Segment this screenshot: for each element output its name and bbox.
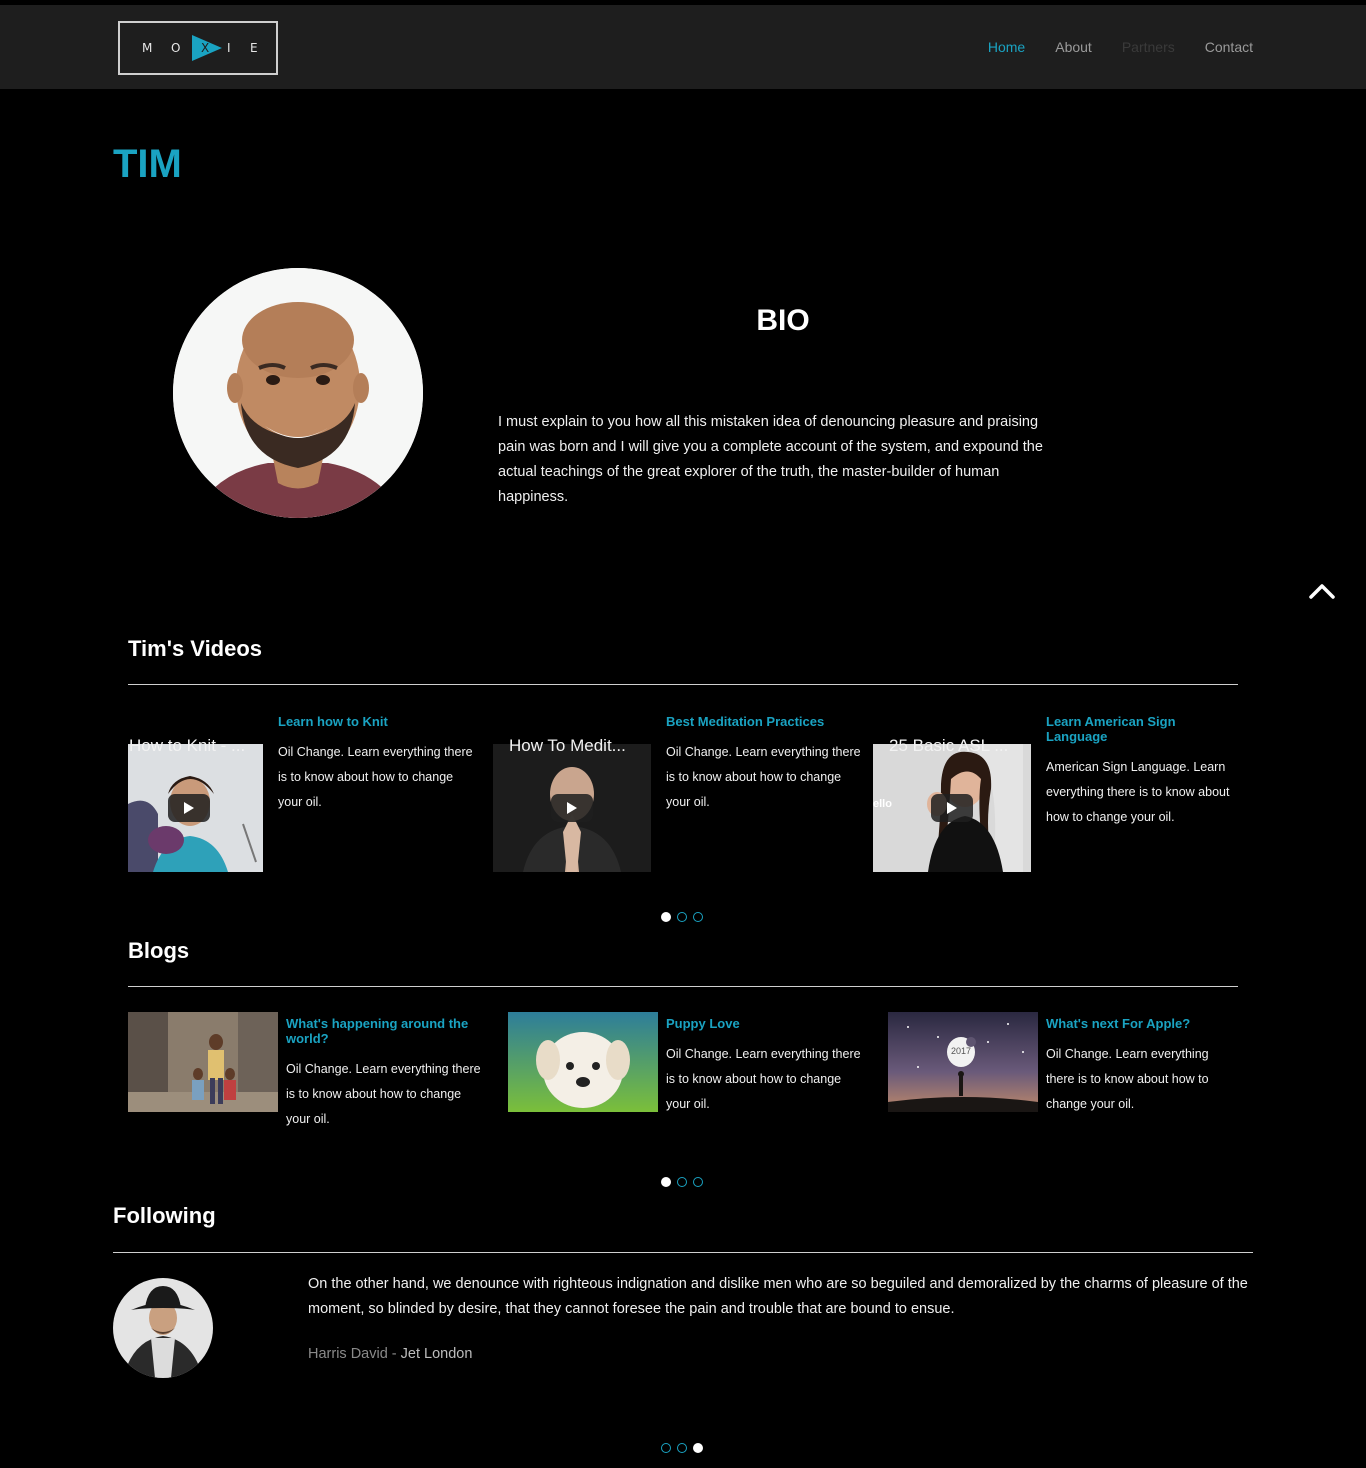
following-quote: On the other hand, we denounce with righ… bbox=[308, 1276, 1248, 1317]
carousel-dot[interactable] bbox=[661, 1443, 671, 1453]
carousel-dot[interactable] bbox=[677, 912, 687, 922]
following-author[interactable]: Harris David bbox=[308, 1346, 388, 1362]
following-avatar[interactable] bbox=[113, 1278, 213, 1378]
following-heading: Following bbox=[113, 1203, 216, 1228]
profile-avatar bbox=[173, 268, 423, 518]
nav-partners[interactable]: Partners bbox=[1122, 39, 1175, 55]
videos-heading: Tim's Videos bbox=[128, 636, 263, 661]
video-title[interactable]: Best Meditation Practices bbox=[666, 714, 866, 729]
carousel-dot[interactable] bbox=[677, 1177, 687, 1187]
play-button-icon[interactable] bbox=[551, 794, 593, 822]
bio-text: I must explain to you how all this mista… bbox=[498, 414, 1043, 505]
following-divider bbox=[113, 1252, 1253, 1253]
bio-heading: BIO bbox=[756, 304, 810, 337]
play-button-icon[interactable] bbox=[931, 794, 973, 822]
blog-description: Oil Change. Learn everything there is to… bbox=[1046, 1047, 1209, 1111]
logo-letter-o: O bbox=[171, 41, 181, 55]
carousel-dot[interactable] bbox=[693, 912, 703, 922]
author-separator: - bbox=[387, 1346, 401, 1362]
nav-contact[interactable]: Contact bbox=[1205, 39, 1253, 55]
carousel-dot[interactable] bbox=[693, 1177, 703, 1187]
carousel-dot[interactable] bbox=[661, 1177, 671, 1187]
video-title[interactable]: Learn American Sign Language bbox=[1046, 714, 1236, 744]
following-carousel-dots bbox=[661, 1443, 703, 1453]
video-title[interactable]: Learn how to Knit bbox=[278, 714, 478, 729]
videos-divider bbox=[128, 684, 1238, 685]
blog-description: Oil Change. Learn everything there is to… bbox=[286, 1062, 481, 1126]
logo-letter-m: M bbox=[142, 41, 153, 55]
blogs-carousel-dots bbox=[661, 1177, 703, 1187]
navbar: M O X I E Home About Partners Contact bbox=[0, 5, 1366, 89]
blog-description: Oil Change. Learn everything there is to… bbox=[666, 1047, 861, 1111]
blog-thumbnail[interactable] bbox=[128, 1012, 278, 1112]
play-button-icon[interactable] bbox=[168, 794, 210, 822]
video-thumbnail[interactable] bbox=[128, 744, 263, 872]
video-caption: 25 Basic ASL ... bbox=[889, 736, 1009, 755]
main-nav: Home About Partners Contact bbox=[988, 39, 1253, 55]
video-description: American Sign Language. Learn everything… bbox=[1046, 760, 1230, 824]
blog-thumbnail[interactable]: 2017 bbox=[888, 1012, 1038, 1112]
video-description: Oil Change. Learn everything there is to… bbox=[666, 745, 861, 809]
thumbnail-overlay-text: 2017 bbox=[951, 1046, 972, 1056]
logo-letter-x: X bbox=[201, 41, 210, 55]
following-author-line: Harris David - Jet London bbox=[308, 1346, 472, 1362]
carousel-dot[interactable] bbox=[693, 1443, 703, 1453]
logo-letter-e: E bbox=[250, 41, 258, 55]
blogs-heading: Blogs bbox=[128, 938, 190, 963]
video-thumbnail[interactable] bbox=[493, 744, 651, 872]
videos-carousel-dots bbox=[661, 912, 703, 922]
nav-about[interactable]: About bbox=[1055, 39, 1092, 55]
blog-thumbnail[interactable] bbox=[508, 1012, 658, 1112]
video-caption: How To Medit... bbox=[509, 736, 626, 755]
moxie-logo[interactable]: M O X I E bbox=[118, 21, 278, 75]
blog-title[interactable]: What's next For Apple? bbox=[1046, 1016, 1236, 1031]
video-caption: How to Knit - ... bbox=[129, 736, 246, 755]
blog-title[interactable]: Puppy Love bbox=[666, 1016, 866, 1031]
following-company[interactable]: Jet London bbox=[401, 1346, 473, 1362]
video-description: Oil Change. Learn everything there is to… bbox=[278, 745, 473, 809]
carousel-dot[interactable] bbox=[661, 912, 671, 922]
thumbnail-overlay-text: ello bbox=[873, 798, 892, 810]
blog-title[interactable]: What's happening around the world? bbox=[286, 1016, 486, 1046]
blogs-divider bbox=[128, 986, 1238, 987]
video-thumbnail[interactable]: ello bbox=[873, 744, 1031, 872]
logo-letter-i: I bbox=[227, 41, 231, 55]
scroll-to-top-chevron-icon[interactable] bbox=[1308, 580, 1336, 602]
page-title: TIM bbox=[113, 142, 182, 186]
nav-home[interactable]: Home bbox=[988, 39, 1025, 55]
carousel-dot[interactable] bbox=[677, 1443, 687, 1453]
